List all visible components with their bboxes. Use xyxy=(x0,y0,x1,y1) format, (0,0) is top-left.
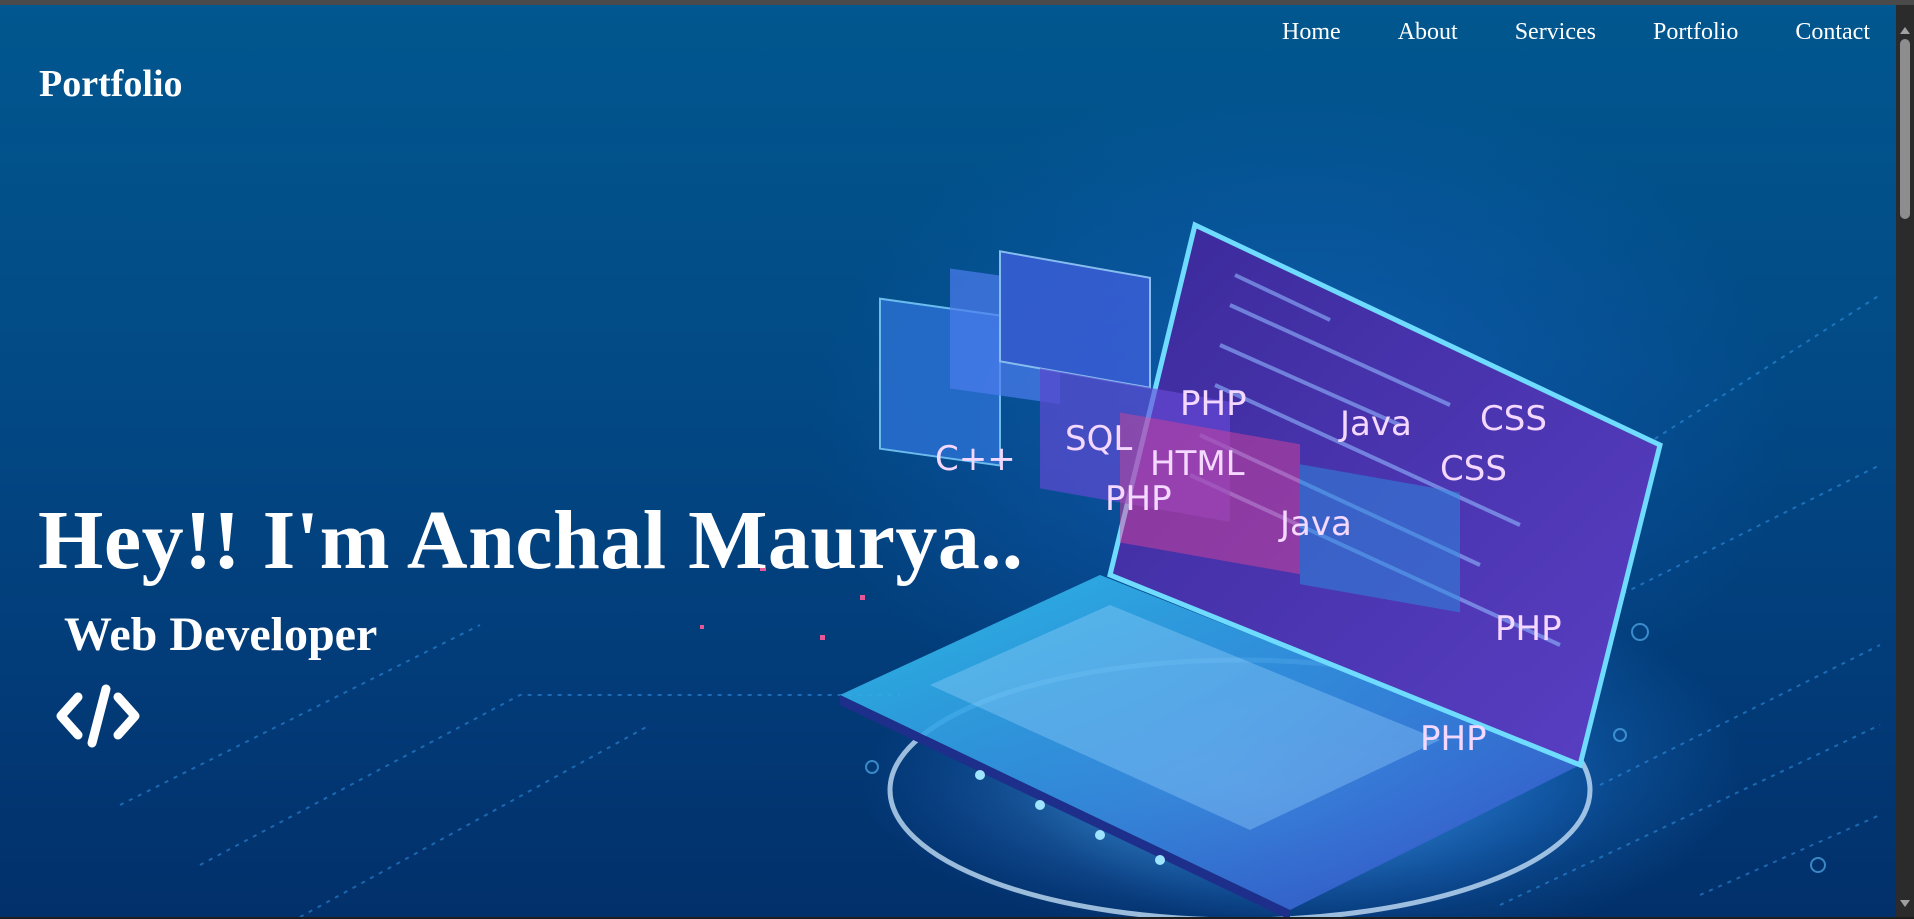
browser-viewport: PHP SQL Java CSS C++ HTML PHP PHP CSS Ja… xyxy=(0,0,1914,919)
nav-about[interactable]: About xyxy=(1398,19,1458,46)
tag-cpp: C++ xyxy=(935,439,1016,479)
code-icon xyxy=(56,684,140,748)
scrollbar-thumb[interactable] xyxy=(1900,39,1910,219)
tag-java-2: Java xyxy=(1278,504,1352,544)
nav-services[interactable]: Services xyxy=(1515,19,1596,46)
tag-sql: SQL xyxy=(1065,419,1132,459)
nav-portfolio[interactable]: Portfolio xyxy=(1653,19,1738,46)
hero-laptop-illustration: PHP SQL Java CSS C++ HTML PHP PHP CSS Ja… xyxy=(119,221,1881,917)
tag-php-2: PHP xyxy=(1105,479,1172,519)
hero-subtitle: Web Developer xyxy=(64,608,378,661)
vertical-scrollbar[interactable] xyxy=(1896,5,1914,917)
tag-php-1: PHP xyxy=(1180,384,1247,424)
nav-contact[interactable]: Contact xyxy=(1795,19,1870,46)
hero-section: PHP SQL Java CSS C++ HTML PHP PHP CSS Ja… xyxy=(0,5,1896,917)
scroll-down-icon[interactable] xyxy=(1900,900,1910,907)
hero-headline: Hey!! I'm Anchal Maurya.. xyxy=(38,494,1024,587)
tag-java-1: Java xyxy=(1338,404,1412,444)
tag-php-4: PHP xyxy=(1420,719,1487,759)
nav-home[interactable]: Home xyxy=(1282,19,1341,46)
tag-html: HTML xyxy=(1150,444,1245,484)
tag-css-2: CSS xyxy=(1440,449,1507,489)
tag-css-1: CSS xyxy=(1480,399,1547,439)
tag-php-3: PHP xyxy=(1495,609,1562,649)
site-logo[interactable]: Portfolio xyxy=(39,62,183,106)
main-nav: Home About Services Portfolio Contact xyxy=(1225,19,1870,46)
scroll-up-icon[interactable] xyxy=(1900,27,1910,34)
